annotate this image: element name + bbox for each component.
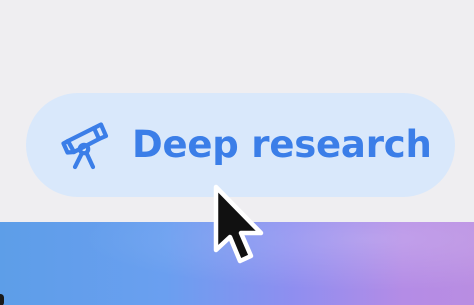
screen: Deep research xyxy=(0,0,474,305)
deep-research-label: Deep research xyxy=(132,122,432,166)
telescope-icon xyxy=(58,117,114,173)
edge-fragment xyxy=(0,294,4,305)
mouse-pointer-icon xyxy=(212,184,272,274)
deep-research-chip[interactable]: Deep research xyxy=(26,93,455,197)
